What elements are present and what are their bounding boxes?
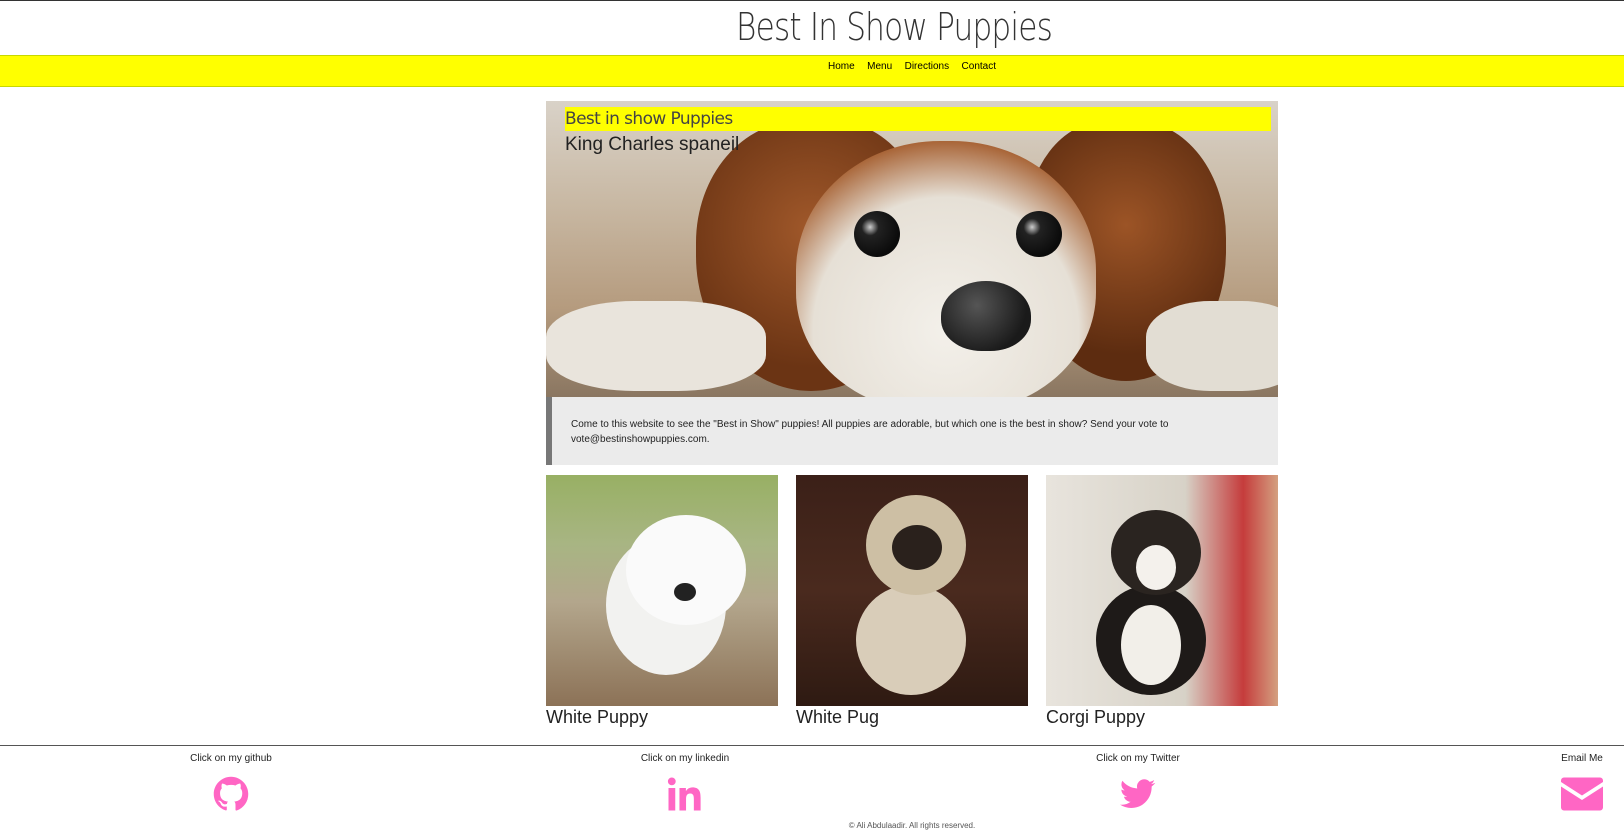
nav-bar: Home Menu Directions Contact bbox=[0, 55, 1624, 87]
card-white-pug: White Pug bbox=[796, 475, 1028, 728]
hero-description: Come to this website to see the "Best in… bbox=[546, 397, 1278, 465]
corgi-puppy-image bbox=[1046, 475, 1278, 706]
card-caption: White Pug bbox=[796, 707, 880, 727]
nav-home-link[interactable]: Home bbox=[828, 61, 855, 72]
linkedin-icon[interactable] bbox=[667, 776, 703, 812]
nav-contact-link[interactable]: Contact bbox=[962, 61, 996, 72]
card-caption: White Puppy bbox=[546, 707, 649, 727]
email-label: Email Me bbox=[1561, 753, 1603, 764]
footer-github[interactable]: Click on my github bbox=[171, 753, 291, 812]
card-white-puppy: White Puppy bbox=[546, 475, 778, 728]
hero-subtitle: King Charles spaneil bbox=[565, 134, 740, 155]
site-title: Best In Show Puppies bbox=[736, 5, 1053, 49]
card-caption: Corgi Puppy bbox=[1046, 707, 1146, 727]
nav-menu-link[interactable]: Menu bbox=[867, 61, 892, 72]
white-pug-image bbox=[796, 475, 1028, 706]
twitter-label: Click on my Twitter bbox=[1096, 753, 1180, 764]
footer-divider bbox=[0, 745, 1624, 746]
white-puppy-image bbox=[546, 475, 778, 706]
footer-email[interactable]: Email Me bbox=[1542, 753, 1622, 812]
card-corgi-puppy: Corgi Puppy bbox=[1046, 475, 1278, 728]
nav-directions-link[interactable]: Directions bbox=[905, 61, 949, 72]
copyright: © Ali Abdulaadir. All rights reserved. bbox=[848, 821, 976, 830]
footer-twitter[interactable]: Click on my Twitter bbox=[1078, 753, 1198, 812]
envelope-icon[interactable] bbox=[1561, 776, 1603, 812]
footer-linkedin[interactable]: Click on my linkedin bbox=[625, 753, 745, 812]
github-label: Click on my github bbox=[190, 753, 272, 764]
twitter-icon[interactable] bbox=[1120, 776, 1156, 812]
github-icon[interactable] bbox=[213, 776, 249, 812]
linkedin-label: Click on my linkedin bbox=[640, 753, 730, 764]
hero-heading: Best in show Puppies bbox=[565, 107, 1271, 131]
